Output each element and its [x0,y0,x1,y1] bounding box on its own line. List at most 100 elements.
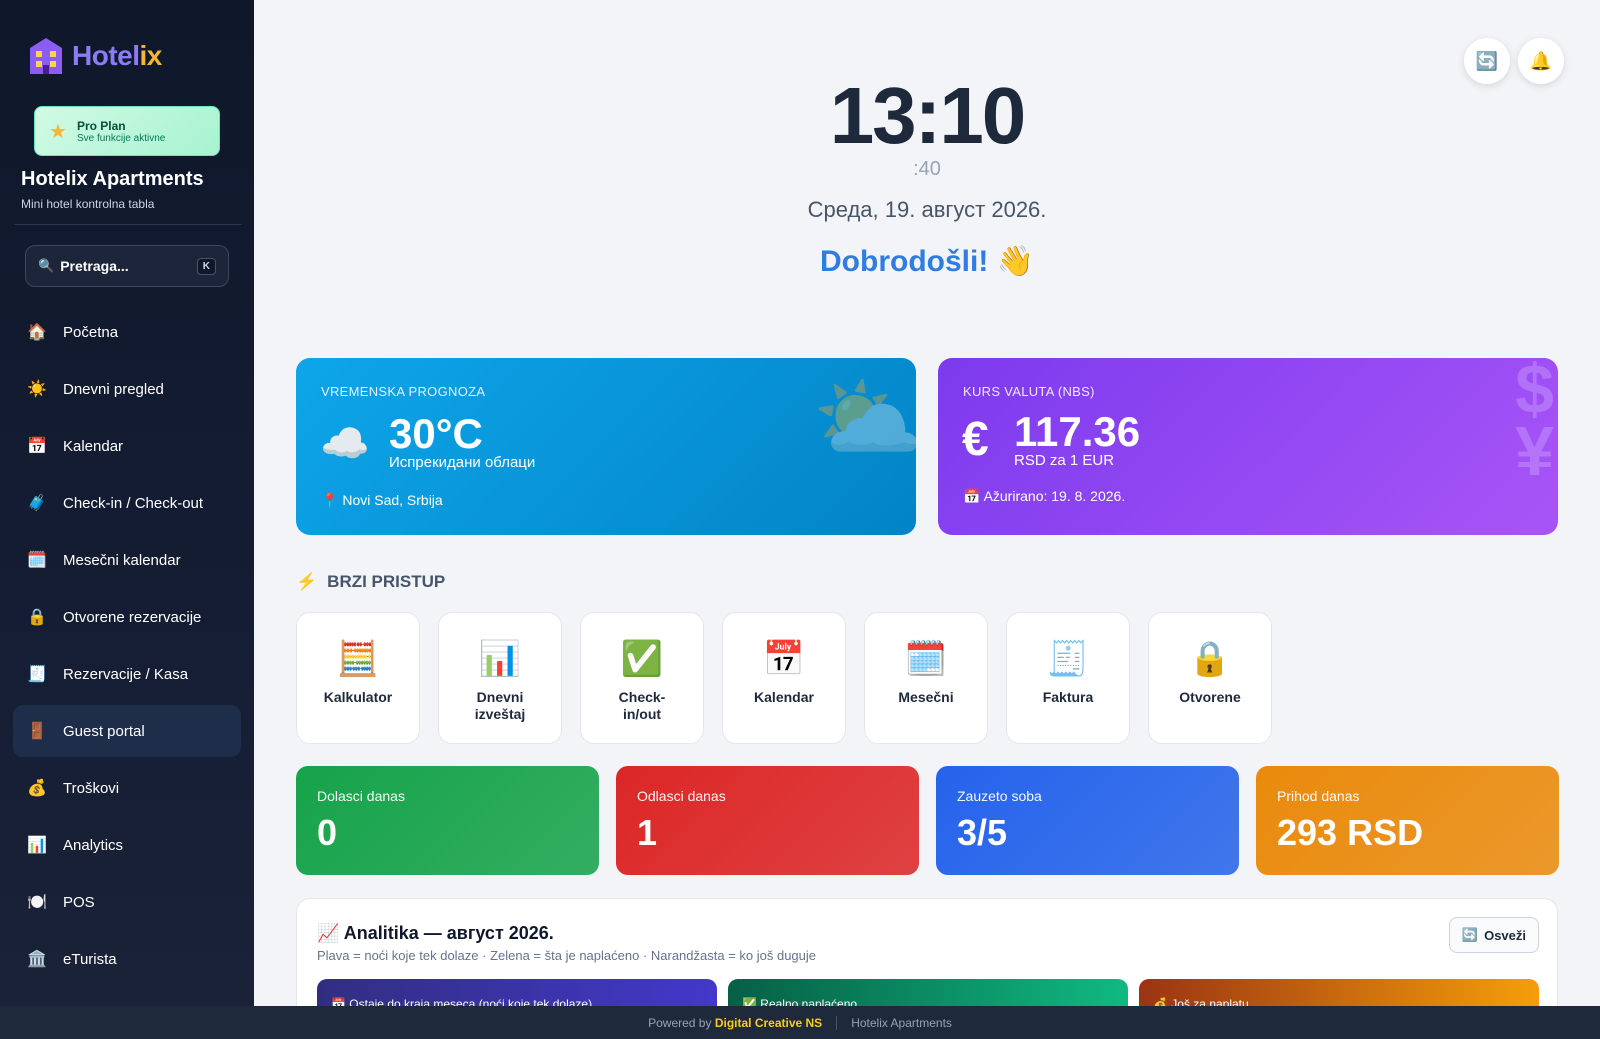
analytics-panel: 📈 Analitika — август 2026. Plava = noći … [296,898,1558,1019]
search-shortcut: K [196,257,216,275]
footer-divider [836,1015,838,1030]
quick-access-title: ⚡ BRZI PRISTUP [296,572,446,591]
sidebar-item-otvorene-rezervacije[interactable]: 🔒 Otvorene rezervacije [13,591,241,643]
currency-label: KURS VALUTA (NBS) [963,384,1095,399]
sidebar-item-dnevni-pregled[interactable]: ☀️ Dnevni pregled [13,363,241,415]
quick-kalendar-button[interactable]: 📅 Kalendar [722,612,846,744]
footer-app-name: Hotelix Apartments [851,1015,952,1030]
sidebar-nav: 🏠 Početna ☀️ Dnevni pregled 📅 Kalendar 🧳 Check-… [13,306,241,990]
quick-dnevni-izvestaj-button[interactable]: 📊 Dnevni izveštaj [438,612,562,744]
sidebar-item-guest-portal[interactable]: 🚪 Guest portal [13,705,241,757]
analytics-refresh-button[interactable]: 🔄 Osveži [1448,917,1539,953]
quick-item-icon: ✅ [620,640,664,678]
sidebar-item-check-in-check-out[interactable]: 🧳 Check-in / Check-out [13,477,241,529]
logo-text: Hotelix [72,40,162,71]
quick-kalkulator-button[interactable]: 🧮 Kalkulator [296,612,420,744]
sidebar-item-analytics[interactable]: 📊 Analytics [13,819,241,871]
star-icon: ★ [49,120,67,143]
bell-icon: 🔔 [1529,50,1553,71]
sidebar-item-icon: 💰 [27,780,47,797]
plan-badge[interactable]: ★ Pro Plan Sve funkcije aktivne [34,106,220,156]
sidebar-item-label: Check-in / Check-out [63,494,204,512]
sidebar-item-pos[interactable]: 🍽️ POS [13,876,241,928]
quick-faktura-button[interactable]: 🧾 Faktura [1006,612,1130,744]
stat-card-odlasci-danas[interactable]: Odlasci danas 1 [616,766,919,875]
sidebar-item-label: Dnevni pregled [63,380,164,398]
footer-company-link[interactable]: Digital Creative NS [715,1016,822,1030]
footer-powered: Powered by Digital Creative NS [648,1015,823,1030]
footer: Powered by Digital Creative NS Hotelix A… [0,1006,1600,1039]
sidebar-item-eturista[interactable]: 🏛️ eTurista [13,933,241,985]
stat-label: Prihod danas [1277,788,1360,804]
quick-check-in-out-button[interactable]: ✅ Check-in/out [580,612,704,744]
quick-item-icon: 🧮 [336,640,380,678]
quick-item-icon: 🗓️ [904,640,948,678]
weather-card[interactable]: ⛅ VREMENSKA PROGNOZA ☁️ 30°C Испрекидани… [296,358,916,535]
sidebar-item-icon: 📅 [27,438,47,455]
euro-icon: € [962,413,989,466]
sidebar-item-troskovi[interactable]: 💰 Troškovi [13,762,241,814]
currency-unit: RSD za 1 EUR [1014,452,1115,469]
main-content: 🔄 🔔 13:10 :40 Среда, 19. август 2026. Do… [254,0,1600,1019]
hotel-name: Hotelix Apartments [21,168,204,190]
quick-item-label: Kalkulator [323,689,393,705]
sidebar-item-icon: 🗓️ [27,552,47,569]
sidebar-item-rezervacije-kasa[interactable]: 🧾 Rezervacije / Kasa [13,648,241,700]
stat-label: Odlasci danas [637,788,726,804]
sidebar-divider [14,224,242,225]
quick-item-label: Dnevni izveštaj [474,689,526,722]
quick-item-label: Kalendar [754,689,814,705]
chart-increasing-icon: 📈 [317,923,340,943]
quick-item-icon: 🔒 [1188,640,1232,678]
sidebar-item-label: Kalendar [63,437,124,455]
sidebar-item-label: Guest portal [63,722,145,740]
stat-card-zauzeto-soba[interactable]: Zauzeto soba 3/5 [936,766,1239,875]
sidebar-item-label: Troškovi [63,779,120,797]
clock-time: 13:10 [829,71,1027,160]
lightning-icon: ⚡ [296,572,318,591]
quick-item-label: Mesečni [898,689,954,705]
sidebar-item-icon: 📊 [27,837,47,854]
weather-location: 📍 Novi Sad, Srbija [321,492,443,508]
sidebar-item-kalendar[interactable]: 📅 Kalendar [13,420,241,472]
search-label: Pretraga... [60,258,129,274]
stat-value: 3/5 [957,812,1008,853]
sidebar-item-label: Otvorene rezervacije [63,608,202,626]
quick-otvorene-button[interactable]: 🔒 Otvorene [1148,612,1272,744]
sidebar-item-label: POS [63,893,95,911]
stat-value: 0 [317,812,338,853]
stat-card-dolasci-danas[interactable]: Dolasci danas 0 [296,766,599,875]
pin-icon: 📍 [321,492,339,508]
currency-updated: 📅 Ažurirano: 19. 8. 2026. [963,488,1126,504]
stat-card-prihod-danas[interactable]: Prihod danas 293 RSD [1256,766,1559,875]
weather-description: Испрекидани облаци [389,454,536,471]
analytics-title: 📈 Analitika — август 2026. [317,923,554,943]
plan-title: Pro Plan [76,118,126,133]
sidebar-item-icon: 🚪 [27,723,47,740]
stat-label: Zauzeto soba [957,788,1042,804]
sidebar-item-label: Početna [63,323,119,341]
sidebar-item-mesecni-kalendar[interactable]: 🗓️ Mesečni kalendar [13,534,241,586]
sidebar-item-icon: 🔒 [27,609,47,626]
stat-value: 1 [637,812,658,853]
logo[interactable]: Hotelix [28,36,162,76]
sidebar-item-pocetna[interactable]: 🏠 Početna [13,306,241,358]
sidebar-item-icon: 🍽️ [27,894,47,911]
sidebar-item-icon: 🧳 [27,495,47,512]
cloud-icon: ☁️ [320,422,370,466]
quick-item-label: Faktura [1042,689,1094,705]
sidebar-item-label: Mesečni kalendar [63,551,181,569]
sidebar: Hotelix ★ Pro Plan Sve funkcije aktivne … [0,0,254,1006]
hotel-logo-icon [28,36,64,76]
sidebar-item-icon: 🏛️ [27,951,47,968]
quick-item-icon: 📅 [762,640,806,678]
quick-item-label: Check-in/out [618,689,666,722]
sidebar-item-icon: ☀️ [27,381,47,398]
refresh-icon: 🔄 [1475,50,1499,71]
plan-subtitle: Sve funkcije aktivne [76,132,166,144]
currency-decoration-icon: $ ¥ [1515,358,1554,490]
search-button[interactable]: 🔍 Pretraga... K [25,245,229,287]
quick-mesecni-button[interactable]: 🗓️ Mesečni [864,612,988,744]
weather-temperature: 30°C [389,410,483,457]
currency-card[interactable]: $ ¥ KURS VALUTA (NBS) € 117.36 RSD za 1 E… [938,358,1558,535]
